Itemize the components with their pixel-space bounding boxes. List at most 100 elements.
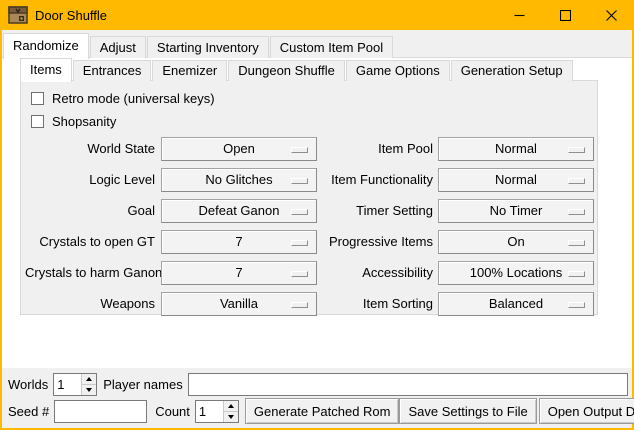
worlds-label: Worlds: [8, 377, 48, 392]
settings-row: World State Open Item Pool Normal: [25, 137, 597, 161]
weapons-value: Vanilla: [220, 296, 258, 311]
accessibility-label: Accessibility: [325, 261, 433, 285]
spin-up-button[interactable]: [224, 401, 238, 411]
world-state-dropdown[interactable]: Open: [161, 137, 317, 161]
close-icon: [606, 10, 617, 21]
worlds-spin-buttons: [81, 374, 96, 395]
settings-grid: World State Open Item Pool Normal Logic …: [25, 137, 597, 316]
spin-down-icon: [86, 388, 92, 392]
tab-game-options[interactable]: Game Options: [346, 60, 450, 81]
dropdown-indicator-icon: [291, 302, 308, 308]
spin-up-button[interactable]: [82, 374, 96, 384]
sub-tab-bar: Items Entrances Enemizer Dungeon Shuffle…: [20, 58, 574, 81]
settings-row: Weapons Vanilla Item Sorting Balanced: [25, 292, 597, 316]
titlebar: Door Shuffle: [0, 0, 634, 30]
timer-setting-dropdown[interactable]: No Timer: [438, 199, 594, 223]
goal-dropdown[interactable]: Defeat Ganon: [161, 199, 317, 223]
goal-value: Defeat Ganon: [199, 203, 280, 218]
crystals-gt-value: 7: [235, 234, 242, 249]
spin-up-icon: [86, 377, 92, 381]
timer-setting-value: No Timer: [490, 203, 543, 218]
weapons-dropdown[interactable]: Vanilla: [161, 292, 317, 316]
main-tab-bar: Randomize Adjust Starting Inventory Cust…: [3, 33, 394, 58]
dropdown-indicator-icon: [568, 271, 585, 277]
item-sorting-value: Balanced: [489, 296, 543, 311]
world-state-label: World State: [25, 137, 155, 161]
tab-custom-item-pool[interactable]: Custom Item Pool: [270, 36, 393, 58]
dropdown-indicator-icon: [568, 178, 585, 184]
maximize-button[interactable]: [542, 0, 588, 30]
shopsanity-checkbox[interactable]: [31, 115, 44, 128]
logic-level-dropdown[interactable]: No Glitches: [161, 168, 317, 192]
tab-enemizer[interactable]: Enemizer: [152, 60, 227, 81]
seed-input[interactable]: [54, 400, 147, 423]
accessibility-value: 100% Locations: [470, 265, 563, 280]
tab-dungeon-shuffle[interactable]: Dungeon Shuffle: [228, 60, 345, 81]
minimize-button[interactable]: [496, 0, 542, 30]
settings-row: Logic Level No Glitches Item Functionali…: [25, 168, 597, 192]
tab-adjust[interactable]: Adjust: [90, 36, 146, 58]
minimize-icon: [514, 10, 525, 21]
spin-down-button[interactable]: [224, 411, 238, 422]
tab-randomize[interactable]: Randomize: [3, 33, 89, 59]
weapons-label: Weapons: [25, 292, 155, 316]
dropdown-indicator-icon: [291, 271, 308, 277]
dropdown-indicator-icon: [291, 178, 308, 184]
shopsanity-checkbox-row[interactable]: Shopsanity: [31, 110, 597, 133]
spin-up-icon: [228, 404, 234, 408]
player-names-label: Player names: [103, 377, 182, 392]
logic-level-value: No Glitches: [205, 172, 272, 187]
retro-mode-checkbox[interactable]: [31, 92, 44, 105]
item-functionality-dropdown[interactable]: Normal: [438, 168, 594, 192]
count-value: 1: [196, 401, 223, 422]
item-sorting-label: Item Sorting: [325, 292, 433, 316]
generate-patched-rom-button[interactable]: Generate Patched Rom: [245, 398, 400, 424]
progressive-items-value: On: [507, 234, 524, 249]
item-functionality-label: Item Functionality: [325, 168, 433, 192]
tab-items[interactable]: Items: [20, 58, 72, 82]
progressive-items-label: Progressive Items: [325, 230, 433, 254]
close-button[interactable]: [588, 0, 634, 30]
tab-entrances[interactable]: Entrances: [73, 60, 152, 81]
timer-setting-label: Timer Setting: [325, 199, 433, 223]
window-body: Randomize Adjust Starting Inventory Cust…: [2, 30, 632, 428]
crystals-ganon-value: 7: [235, 265, 242, 280]
dropdown-indicator-icon: [568, 302, 585, 308]
spin-down-icon: [228, 415, 234, 419]
app-chest-icon: [8, 5, 28, 25]
settings-row: Goal Defeat Ganon Timer Setting No Timer: [25, 199, 597, 223]
dropdown-indicator-icon: [568, 240, 585, 246]
maximize-icon: [560, 10, 571, 21]
items-tab-pane: Retro mode (universal keys) Shopsanity W…: [20, 80, 598, 315]
open-output-directory-button[interactable]: Open Output Directory: [539, 398, 634, 424]
settings-row: Crystals to harm Ganon 7 Accessibility 1…: [25, 261, 597, 285]
progressive-items-dropdown[interactable]: On: [438, 230, 594, 254]
worlds-value: 1: [54, 374, 81, 395]
world-state-value: Open: [223, 141, 255, 156]
settings-row: Crystals to open GT 7 Progressive Items …: [25, 230, 597, 254]
shopsanity-label: Shopsanity: [52, 114, 116, 129]
count-spinbox[interactable]: 1: [195, 400, 239, 423]
crystals-ganon-dropdown[interactable]: 7: [161, 261, 317, 285]
retro-mode-checkbox-row[interactable]: Retro mode (universal keys): [31, 87, 597, 110]
player-names-input[interactable]: [188, 373, 628, 396]
item-pool-dropdown[interactable]: Normal: [438, 137, 594, 161]
accessibility-dropdown[interactable]: 100% Locations: [438, 261, 594, 285]
tab-starting-inventory[interactable]: Starting Inventory: [147, 36, 269, 58]
seed-row: Seed # Count 1 Generate Patched Rom Save…: [8, 398, 628, 424]
item-pool-label: Item Pool: [325, 137, 433, 161]
item-sorting-dropdown[interactable]: Balanced: [438, 292, 594, 316]
dropdown-indicator-icon: [291, 209, 308, 215]
worlds-spinbox[interactable]: 1: [53, 373, 97, 396]
dropdown-indicator-icon: [568, 147, 585, 153]
save-settings-button[interactable]: Save Settings to File: [399, 398, 536, 424]
tab-generation-setup[interactable]: Generation Setup: [451, 60, 573, 81]
count-spin-buttons: [223, 401, 238, 422]
item-functionality-value: Normal: [495, 172, 537, 187]
crystals-ganon-label: Crystals to harm Ganon: [25, 261, 155, 285]
crystals-gt-dropdown[interactable]: 7: [161, 230, 317, 254]
spin-down-button[interactable]: [82, 384, 96, 395]
item-pool-value: Normal: [495, 141, 537, 156]
window-title: Door Shuffle: [35, 8, 107, 23]
dropdown-indicator-icon: [568, 209, 585, 215]
